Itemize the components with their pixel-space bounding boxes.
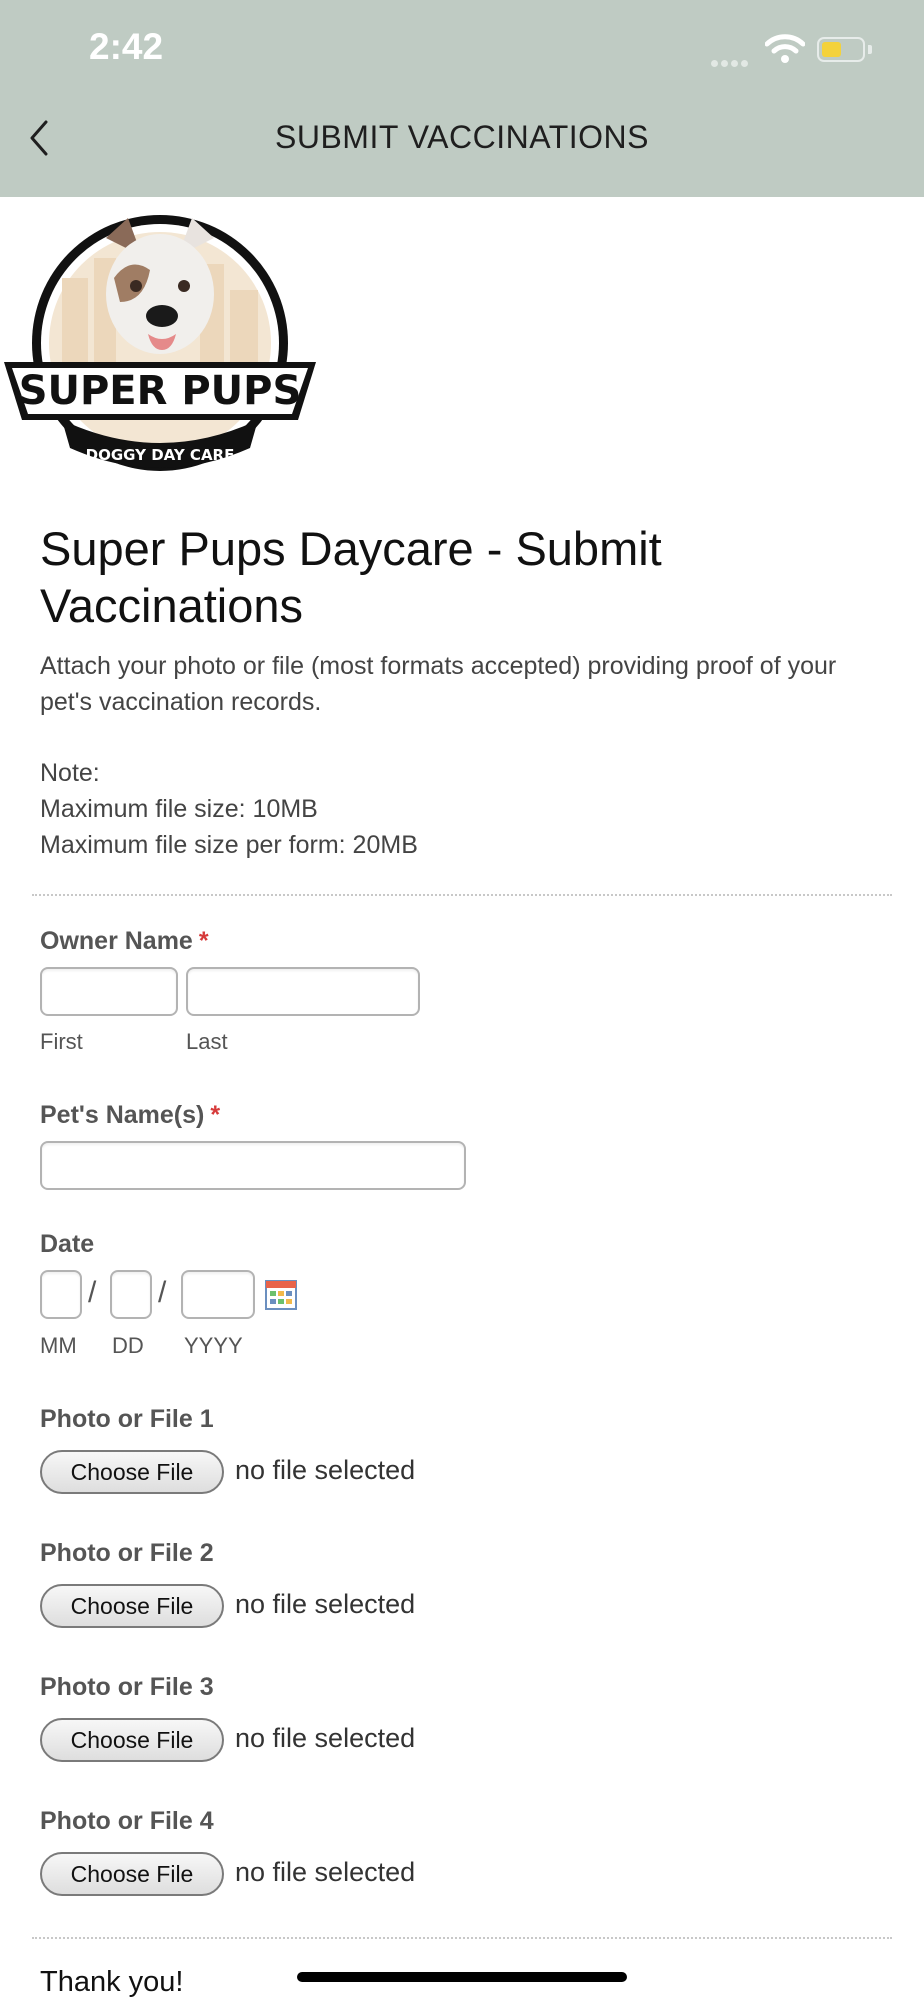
note-line-1: Maximum file size: 10MB <box>40 795 318 823</box>
owner-last-name-input[interactable] <box>186 967 420 1016</box>
required-mark: * <box>210 1101 221 1129</box>
file-2-label: Photo or File 2 <box>40 1539 214 1567</box>
date-separator: / <box>88 1276 97 1309</box>
super-pups-logo: SUPER PUPS EST. 2021 DOGGY DAY CARE <box>4 215 316 471</box>
pet-name-label-text: Pet's Name(s) <box>40 1101 205 1129</box>
choose-file-3-button[interactable]: Choose File <box>40 1718 224 1762</box>
choose-file-2-button[interactable]: Choose File <box>40 1584 224 1628</box>
date-year-input[interactable] <box>181 1270 255 1319</box>
date-separator: / <box>158 1276 167 1309</box>
status-time: 2:42 <box>89 26 164 67</box>
home-indicator[interactable] <box>297 1972 627 1982</box>
logo-title: SUPER PUPS <box>19 368 302 414</box>
pet-name-label: Pet's Name(s) * <box>40 1101 220 1130</box>
logo-tagline: DOGGY DAY CARE <box>86 446 235 464</box>
choose-file-1-button[interactable]: Choose File <box>40 1450 224 1494</box>
wifi-icon <box>765 34 805 63</box>
file-4-label: Photo or File 4 <box>40 1807 214 1835</box>
choose-file-4-button[interactable]: Choose File <box>40 1852 224 1896</box>
first-name-sublabel: First <box>40 1029 83 1054</box>
file-2-status: no file selected <box>235 1589 416 1619</box>
date-day-input[interactable] <box>110 1270 152 1319</box>
file-1-label: Photo or File 1 <box>40 1405 214 1433</box>
note-heading: Note: <box>40 759 100 787</box>
owner-name-label: Owner Name * <box>40 927 209 956</box>
form-title: Super Pups Daycare - Submit Vaccinations <box>40 522 662 632</box>
file-3-status: no file selected <box>235 1723 416 1753</box>
logo-established: EST. 2021 <box>135 431 184 441</box>
owner-first-name-input[interactable] <box>40 967 178 1016</box>
page-title: SUBMIT VACCINATIONS <box>275 119 649 155</box>
cellular-signal-icon <box>711 54 751 72</box>
battery-icon <box>817 37 865 62</box>
pet-name-input[interactable] <box>40 1141 466 1190</box>
app-header: 2:42 SUBMIT VACCINATIONS <box>0 0 924 197</box>
calendar-icon[interactable] <box>265 1280 297 1310</box>
day-sublabel: DD <box>112 1333 144 1358</box>
form-description: Attach your photo or file (most formats … <box>40 652 837 716</box>
last-name-sublabel: Last <box>186 1029 228 1054</box>
date-label: Date <box>40 1230 95 1258</box>
date-month-input[interactable] <box>40 1270 82 1319</box>
form-note: Note: Maximum file size: 10MB Maximum fi… <box>40 755 418 863</box>
month-sublabel: MM <box>40 1333 77 1358</box>
note-line-2: Maximum file size per form: 20MB <box>40 831 418 859</box>
year-sublabel: YYYY <box>184 1333 243 1358</box>
battery-cap <box>868 45 872 54</box>
file-4-status: no file selected <box>235 1857 416 1887</box>
file-1-status: no file selected <box>235 1455 416 1485</box>
owner-name-label-text: Owner Name <box>40 927 193 955</box>
section-divider <box>32 1937 892 1939</box>
thank-you-text: Thank you! <box>40 1966 184 1998</box>
section-divider <box>32 894 892 896</box>
required-mark: * <box>198 927 209 955</box>
file-3-label: Photo or File 3 <box>40 1673 214 1701</box>
